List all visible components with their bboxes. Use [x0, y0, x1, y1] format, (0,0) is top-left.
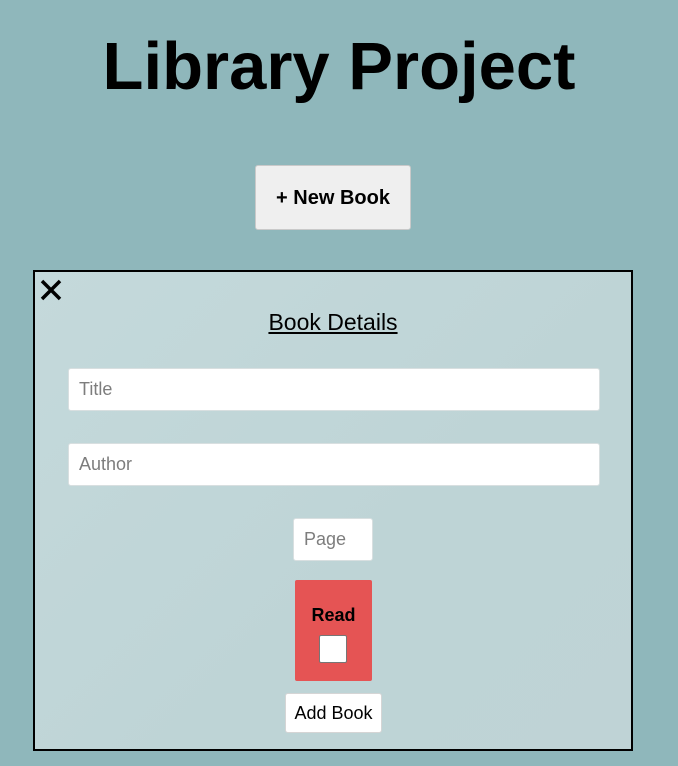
author-input[interactable] [68, 443, 600, 486]
book-details-dialog: Book Details Read Add Book [33, 270, 633, 751]
read-checkbox[interactable] [319, 635, 347, 663]
read-status-box: Read [295, 580, 372, 681]
close-icon[interactable] [39, 278, 63, 302]
add-book-button[interactable]: Add Book [285, 693, 382, 733]
page-title: Library Project [102, 29, 576, 104]
new-book-button[interactable]: + New Book [255, 165, 411, 230]
read-label: Read [311, 605, 356, 625]
dialog-title: Book Details [268, 309, 398, 335]
page-count-input[interactable] [293, 518, 373, 561]
title-input[interactable] [68, 368, 600, 411]
